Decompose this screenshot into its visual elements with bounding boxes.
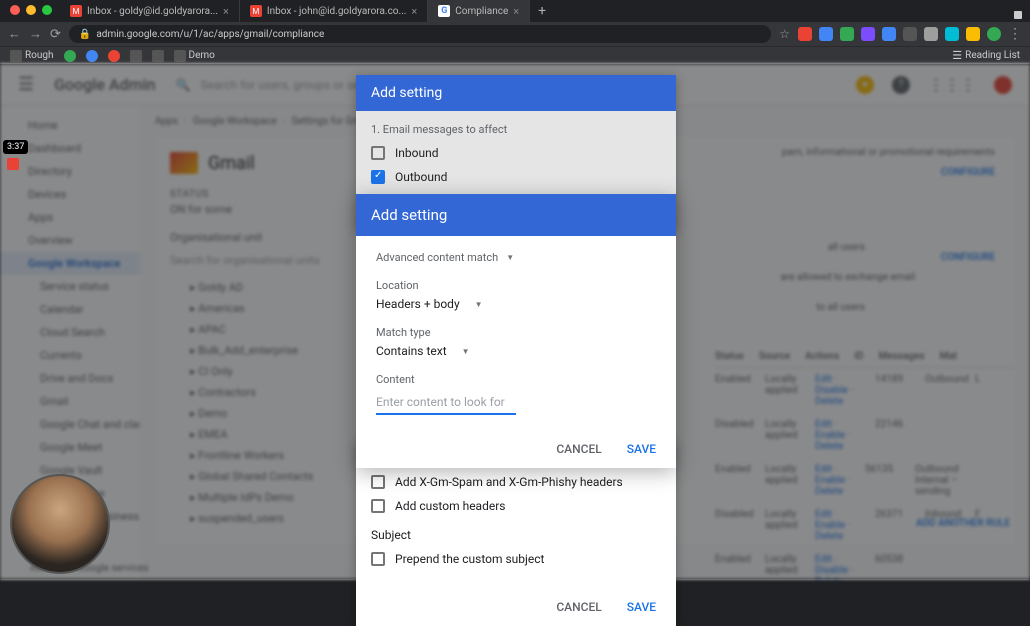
- modal-footer: CANCEL SAVE: [356, 588, 676, 626]
- modal-title: Add setting: [356, 194, 676, 236]
- checkbox[interactable]: [371, 499, 385, 513]
- matchtype-dropdown[interactable]: Contains text ▼: [376, 344, 656, 358]
- checkbox-row[interactable]: Outbound: [371, 170, 661, 184]
- google-favicon: G: [438, 5, 450, 17]
- close-window-button[interactable]: [10, 5, 20, 15]
- chevron-down-icon: ▼: [475, 300, 483, 309]
- minimize-window-button[interactable]: [26, 5, 36, 15]
- lock-icon: 🔒: [79, 29, 91, 40]
- url-text: admin.google.com/u/1/ac/apps/gmail/compl…: [96, 29, 324, 40]
- modal-title: Add setting: [356, 75, 676, 111]
- bookmark-icon[interactable]: [152, 50, 164, 62]
- tab-title: Inbox - goldy@id.goldyarora...: [87, 6, 218, 17]
- recording-timer: 3:37: [3, 140, 28, 154]
- extension-icon[interactable]: [882, 27, 896, 41]
- browser-tab-active[interactable]: G Compliance ×: [428, 0, 530, 22]
- bookmark-item[interactable]: Rough: [10, 50, 54, 62]
- chevron-down-icon: ▼: [462, 347, 470, 356]
- bookmark-item[interactable]: Demo: [174, 50, 215, 62]
- bookmark-icon[interactable]: [130, 50, 142, 62]
- maximize-window-button[interactable]: [42, 5, 52, 15]
- presenter-avatar: [10, 474, 110, 574]
- profile-icon[interactable]: [987, 27, 1001, 41]
- extension-icon[interactable]: [903, 27, 917, 41]
- reload-button[interactable]: ⟳: [50, 27, 61, 42]
- folder-icon: [10, 50, 22, 62]
- extension-icon[interactable]: [798, 27, 812, 41]
- recording-indicator[interactable]: [7, 158, 19, 170]
- url-field[interactable]: 🔒 admin.google.com/u/1/ac/apps/gmail/com…: [69, 25, 771, 43]
- checkbox-row[interactable]: Inbound: [371, 146, 661, 160]
- location-label: Location: [376, 279, 656, 292]
- folder-icon: [174, 50, 186, 62]
- checkbox[interactable]: [371, 475, 385, 489]
- tab-title: Inbox - john@id.goldyarora.co...: [267, 6, 407, 17]
- reading-list-button[interactable]: ☰ Reading List: [952, 49, 1020, 62]
- modal-footer: CANCEL SAVE: [356, 430, 676, 468]
- bookmark-icon[interactable]: [86, 50, 98, 62]
- checkbox-row[interactable]: Add custom headers: [371, 499, 661, 513]
- content-input[interactable]: [376, 391, 516, 415]
- cancel-button[interactable]: CANCEL: [556, 442, 601, 456]
- add-setting-modal-lower: Add X-Gm-Original-To headerAdd X-Gm-Spam…: [356, 441, 676, 626]
- tab-overflow-icon[interactable]: [1014, 11, 1022, 19]
- browser-tab[interactable]: M Inbox - john@id.goldyarora.co... ×: [240, 0, 428, 22]
- step-label: 1. Email messages to affect: [371, 123, 661, 136]
- checkbox[interactable]: [371, 170, 385, 184]
- matchtype-label: Match type: [376, 326, 656, 339]
- extension-icon[interactable]: [861, 27, 875, 41]
- subject-section-label: Subject: [371, 528, 661, 542]
- extension-icon[interactable]: [945, 27, 959, 41]
- extension-icon[interactable]: [819, 27, 833, 41]
- checkbox-label: Inbound: [395, 146, 438, 160]
- checkbox-label: Add X-Gm-Spam and X-Gm-Phishy headers: [395, 475, 623, 489]
- new-tab-button[interactable]: +: [530, 3, 554, 19]
- checkbox[interactable]: [371, 146, 385, 160]
- extension-icon[interactable]: [924, 27, 938, 41]
- back-button[interactable]: ←: [8, 26, 21, 42]
- bookmark-bar: Rough Demo ☰ Reading List: [0, 46, 1030, 64]
- gmail-favicon: M: [250, 5, 262, 17]
- gmail-favicon: M: [70, 5, 82, 17]
- extension-icon[interactable]: [966, 27, 980, 41]
- browser-tab[interactable]: M Inbox - goldy@id.goldyarora... ×: [60, 0, 240, 22]
- checkbox-label: Add custom headers: [395, 499, 505, 513]
- extension-icon[interactable]: [840, 27, 854, 41]
- cancel-button[interactable]: CANCEL: [556, 600, 601, 614]
- section-dropdown[interactable]: Advanced content match ▼: [376, 251, 656, 264]
- extension-icons: ⋮: [798, 26, 1022, 42]
- tab-title: Compliance: [455, 6, 508, 17]
- checkbox-label: Prepend the custom subject: [395, 552, 544, 566]
- save-button[interactable]: SAVE: [627, 442, 656, 456]
- add-setting-modal: Add setting Advanced content match ▼ Loc…: [356, 194, 676, 468]
- bookmark-star-icon[interactable]: ☆: [779, 27, 790, 41]
- chevron-down-icon: ▼: [506, 253, 514, 262]
- bookmark-icon[interactable]: [64, 50, 76, 62]
- checkbox[interactable]: [371, 552, 385, 566]
- forward-button[interactable]: →: [29, 26, 42, 42]
- checkbox-label: Outbound: [395, 170, 447, 184]
- save-button[interactable]: SAVE: [627, 600, 656, 614]
- mac-window-controls: [10, 5, 52, 15]
- close-tab-icon[interactable]: ×: [411, 5, 417, 18]
- close-tab-icon[interactable]: ×: [223, 5, 229, 18]
- browser-tab-bar: M Inbox - goldy@id.goldyarora... × M Inb…: [0, 0, 1030, 22]
- menu-icon[interactable]: ⋮: [1008, 26, 1022, 42]
- close-tab-icon[interactable]: ×: [513, 5, 519, 18]
- bookmark-icon[interactable]: [108, 50, 120, 62]
- content-label: Content: [376, 373, 656, 386]
- checkbox-row[interactable]: Add X-Gm-Spam and X-Gm-Phishy headers: [371, 475, 661, 489]
- checkbox-row[interactable]: Prepend the custom subject: [371, 552, 661, 566]
- location-dropdown[interactable]: Headers + body ▼: [376, 297, 656, 311]
- browser-address-bar: ← → ⟳ 🔒 admin.google.com/u/1/ac/apps/gma…: [0, 22, 1030, 46]
